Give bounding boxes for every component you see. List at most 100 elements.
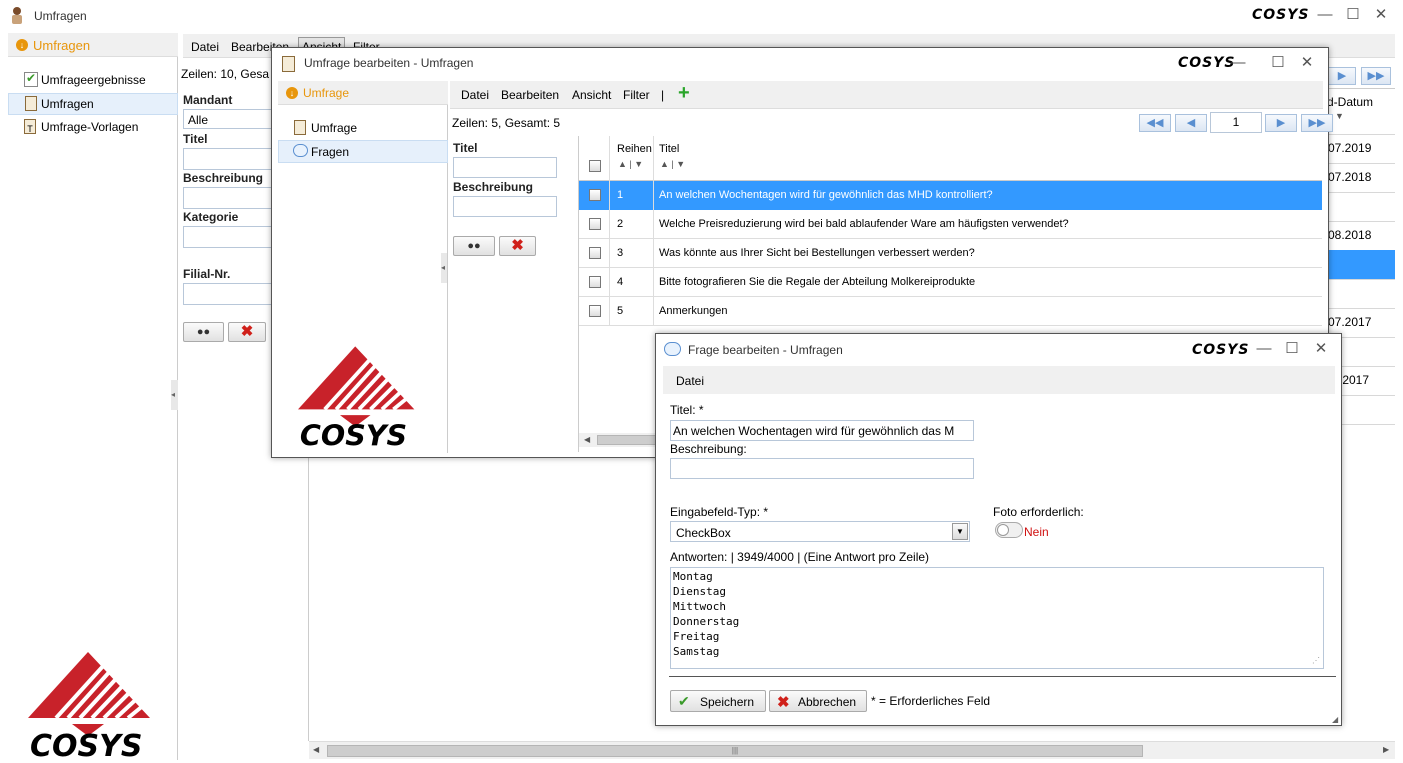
menu-ansicht[interactable]: Ansicht <box>572 88 611 102</box>
menu-bearbeiten[interactable]: Bearbeiten <box>501 88 559 102</box>
column-header-datum[interactable]: d-Datum <box>1327 95 1373 109</box>
row-checkbox[interactable] <box>589 189 601 201</box>
maximize-icon[interactable]: ☐ <box>1269 54 1287 72</box>
main-title: Umfragen <box>34 9 87 23</box>
grid-cell: 07.2019 <box>1328 141 1372 155</box>
add-icon[interactable]: + <box>678 82 690 105</box>
sort-icon[interactable]: ▲ | ▼ <box>618 159 643 169</box>
table-row[interactable]: 2 Welche Preisreduzierung wird bei bald … <box>579 210 1322 239</box>
search-button[interactable]: ●● <box>453 236 495 256</box>
minimize-icon[interactable]: — <box>1255 340 1273 358</box>
minimize-icon[interactable]: — <box>1229 54 1247 72</box>
minimize-icon[interactable]: — <box>1316 6 1334 24</box>
table-row[interactable]: 5 Anmerkungen <box>579 297 1322 326</box>
table-row[interactable]: 1 An welchen Wochentagen wird für gewöhn… <box>579 181 1322 210</box>
nav-item-umfrage-vorlagen[interactable]: T Umfrage-Vorlagen <box>8 117 176 137</box>
frage-titlebar: Frage bearbeiten - Umfragen COSYS — ☐ ✕ <box>656 334 1341 364</box>
pager-next-button[interactable]: ▶ <box>1265 114 1297 132</box>
scroll-left-icon[interactable]: ◀ <box>313 745 319 754</box>
nav-item-umfrageergebnisse[interactable]: ✔ Umfrageergebnisse <box>8 70 176 90</box>
clipboard-icon <box>25 96 37 111</box>
resize-grip-icon[interactable]: ⋰ <box>1312 656 1320 665</box>
panel-splitter-handle[interactable]: ◂ <box>171 380 178 410</box>
pager-prev-button[interactable]: ◀ <box>1175 114 1207 132</box>
menu-filter[interactable]: Filter <box>623 88 650 102</box>
column-header-reihen[interactable]: Reihen <box>617 143 653 155</box>
chevron-down-icon[interactable]: ▼ <box>952 523 968 540</box>
main-rows-info: Zeilen: 10, Gesa <box>181 67 270 81</box>
column-header-titel[interactable]: Titel <box>659 143 679 155</box>
grid-cell: 07.2018 <box>1328 170 1372 184</box>
binoculars-icon: ●● <box>467 240 481 252</box>
required-note: * = Erforderliches Feld <box>871 694 991 708</box>
beschreibung-filter-input[interactable] <box>183 187 273 209</box>
page-number-input[interactable]: 1 <box>1210 112 1262 133</box>
titel-filter-input[interactable] <box>183 148 273 170</box>
left-nav-header[interactable]: ↓ Umfragen <box>8 33 178 57</box>
sort-icon[interactable]: ▲ | ▼ <box>660 159 685 169</box>
checkmark-icon: ✔ <box>678 693 690 709</box>
collapse-circle-icon: ↓ <box>286 87 298 99</box>
row-checkbox[interactable] <box>589 305 601 317</box>
beschreibung-label: Beschreibung <box>453 180 534 194</box>
footer-divider <box>669 676 1336 677</box>
maximize-icon[interactable]: ☐ <box>1344 6 1362 24</box>
close-icon[interactable]: ✕ <box>1372 6 1390 24</box>
red-x-icon: ✖ <box>777 694 790 711</box>
tree-item-umfrage[interactable]: Umfrage <box>278 118 446 138</box>
beschreibung-filter-input[interactable] <box>453 196 557 217</box>
tree-item-fragen[interactable]: Fragen <box>278 140 448 163</box>
save-button[interactable]: ✔ Speichern <box>670 690 766 712</box>
foto-toggle[interactable] <box>995 522 1023 538</box>
brand-logo: COSYS <box>1192 342 1250 358</box>
sort-icon[interactable]: ▼ <box>1335 111 1344 121</box>
table-row[interactable]: 4 Bitte fotografieren Sie die Regale der… <box>579 268 1322 297</box>
menu-datei[interactable]: Datei <box>461 88 489 102</box>
grid-cell: 08.2018 <box>1328 228 1372 242</box>
main-reset-button[interactable]: ✖ <box>228 322 266 342</box>
scroll-thumb[interactable] <box>597 435 657 445</box>
close-icon[interactable]: ✕ <box>1312 340 1330 358</box>
titel-filter-input[interactable] <box>453 157 557 178</box>
pager-first-button[interactable]: ◀◀ <box>1139 114 1171 132</box>
binoculars-icon: ●● <box>196 326 211 338</box>
nav-item-umfragen[interactable]: Umfragen <box>8 93 178 115</box>
main-pager-last-button[interactable]: ▶▶ <box>1361 67 1391 85</box>
scroll-thumb[interactable]: ||| <box>327 745 1143 757</box>
edit-menu: Datei Bearbeiten Ansicht Filter | + <box>450 81 1323 109</box>
edit-left-header[interactable]: ↓ Umfrage <box>278 81 448 105</box>
main-search-button[interactable]: ●● <box>183 322 224 342</box>
table-row[interactable]: 3 Was könnte aus Ihrer Sicht bei Bestell… <box>579 239 1322 268</box>
select-all-checkbox[interactable] <box>589 160 601 172</box>
beschreibung-input[interactable] <box>670 458 974 479</box>
svg-text:COSYS: COSYS <box>30 729 142 760</box>
menu-datei[interactable]: Datei <box>676 374 704 388</box>
filial-filter-input[interactable] <box>183 283 273 305</box>
eingabefeld-typ-select[interactable]: CheckBox ▼ <box>670 521 970 542</box>
window-resize-grip-icon[interactable]: ◢ <box>1332 715 1338 724</box>
main-pager-next-button[interactable]: ▶ <box>1328 67 1356 85</box>
row-checkbox[interactable] <box>589 276 601 288</box>
row-number: 2 <box>617 218 624 230</box>
nav-item-label: Umfragen <box>41 97 94 111</box>
row-checkbox[interactable] <box>589 218 601 230</box>
antworten-textarea[interactable]: Montag Dienstag Mittwoch Donnerstag Frei… <box>670 567 1324 669</box>
reset-button[interactable]: ✖ <box>499 236 536 256</box>
scroll-right-icon[interactable]: ▶ <box>1383 745 1389 754</box>
close-icon[interactable]: ✕ <box>1298 54 1316 72</box>
edit-splitter-handle[interactable]: ◂ <box>441 253 447 283</box>
row-checkbox[interactable] <box>589 247 601 259</box>
clipboard-icon <box>294 120 306 135</box>
row-title: Bitte fotografieren Sie die Regale der A… <box>659 276 976 288</box>
menu-datei[interactable]: Datei <box>191 40 219 54</box>
main-horizontal-scrollbar[interactable]: ◀ ||| ▶ <box>309 741 1395 759</box>
maximize-icon[interactable]: ☐ <box>1283 340 1301 358</box>
cancel-button[interactable]: ✖ Abbrechen <box>769 690 867 712</box>
pager-last-button[interactable]: ▶▶ <box>1301 114 1333 132</box>
mandant-select[interactable]: Alle <box>183 109 273 129</box>
edit-left-panel: ↓ Umfrage Umfrage Fragen COSYS <box>278 81 448 453</box>
scroll-left-icon[interactable]: ◀ <box>584 435 590 444</box>
kategorie-filter-input[interactable] <box>183 226 273 248</box>
titel-label: Titel <box>183 132 208 146</box>
titel-input[interactable]: An welchen Wochentagen wird für gewöhnli… <box>670 420 974 441</box>
